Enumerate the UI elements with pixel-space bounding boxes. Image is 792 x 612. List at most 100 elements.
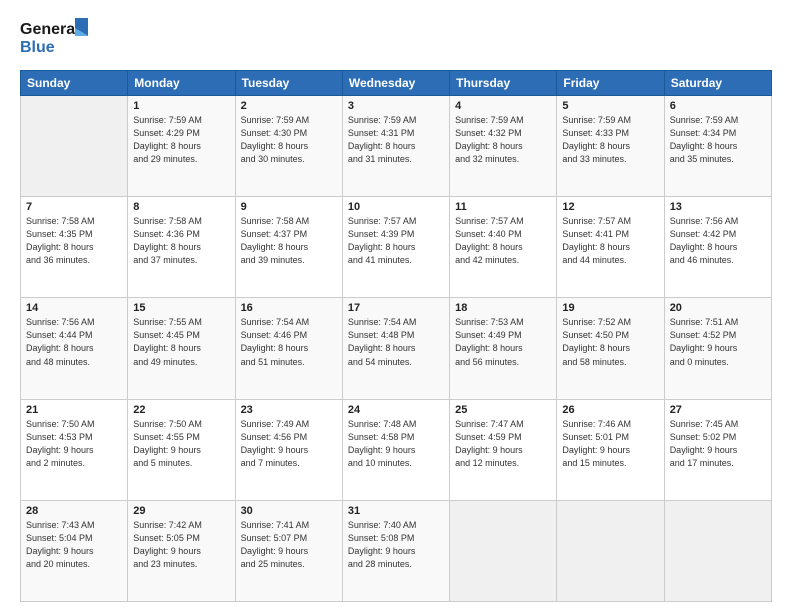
calendar-cell [664,500,771,601]
day-info: Sunrise: 7:49 AM Sunset: 4:56 PM Dayligh… [241,418,337,470]
day-info: Sunrise: 7:45 AM Sunset: 5:02 PM Dayligh… [670,418,766,470]
weekday-header-thursday: Thursday [450,71,557,96]
calendar-cell: 1Sunrise: 7:59 AM Sunset: 4:29 PM Daylig… [128,96,235,197]
day-info: Sunrise: 7:57 AM Sunset: 4:39 PM Dayligh… [348,215,444,267]
day-number: 26 [562,404,658,416]
day-info: Sunrise: 7:48 AM Sunset: 4:58 PM Dayligh… [348,418,444,470]
day-info: Sunrise: 7:50 AM Sunset: 4:53 PM Dayligh… [26,418,122,470]
day-number: 16 [241,302,337,314]
day-number: 31 [348,505,444,517]
day-number: 23 [241,404,337,416]
calendar-cell: 18 Sunrise: 7:53 AM Sunset: 4:49 PM Dayli… [450,298,557,399]
day-info: Sunrise: 7:42 AM Sunset: 5:05 PM Dayligh… [133,519,229,571]
calendar-week-4: 21 Sunrise: 7:50 AM Sunset: 4:53 PM Dayli… [21,399,772,500]
calendar-week-5: 28Sunrise: 7:43 AM Sunset: 5:04 PM Dayli… [21,500,772,601]
calendar-header-row: SundayMondayTuesdayWednesdayThursdayFrid… [21,71,772,96]
calendar-cell: 27 Sunrise: 7:45 AM Sunset: 5:02 PM Dayli… [664,399,771,500]
day-number: 17 [348,302,444,314]
day-info: Sunrise: 7:59 AM Sunset: 4:32 PM Dayligh… [455,114,551,166]
calendar-week-3: 14 Sunrise: 7:56 AM Sunset: 4:44 PM Dayli… [21,298,772,399]
svg-text:General: General [20,21,80,38]
page: GeneralBlue SundayMondayTuesdayWednesday… [0,0,792,612]
day-number: 2 [241,100,337,112]
calendar-cell [557,500,664,601]
day-number: 13 [670,201,766,213]
day-info: Sunrise: 7:52 AM Sunset: 4:50 PM Dayligh… [562,316,658,368]
logo: GeneralBlue [20,16,90,60]
calendar-cell: 19 Sunrise: 7:52 AM Sunset: 4:50 PM Dayli… [557,298,664,399]
day-info: Sunrise: 7:51 AM Sunset: 4:52 PM Dayligh… [670,316,766,368]
logo-icon: GeneralBlue [20,16,90,60]
day-info: Sunrise: 7:58 AM Sunset: 4:35 PM Dayligh… [26,215,122,267]
calendar-cell: 9 Sunrise: 7:58 AM Sunset: 4:37 PM Daylig… [235,197,342,298]
calendar-cell: 10 Sunrise: 7:57 AM Sunset: 4:39 PM Dayli… [342,197,449,298]
calendar-cell: 26 Sunrise: 7:46 AM Sunset: 5:01 PM Dayli… [557,399,664,500]
day-info: Sunrise: 7:41 AM Sunset: 5:07 PM Dayligh… [241,519,337,571]
day-info: Sunrise: 7:54 AM Sunset: 4:48 PM Dayligh… [348,316,444,368]
day-number: 24 [348,404,444,416]
day-info: Sunrise: 7:46 AM Sunset: 5:01 PM Dayligh… [562,418,658,470]
calendar-cell: 11Sunrise: 7:57 AM Sunset: 4:40 PM Dayli… [450,197,557,298]
calendar-cell: 2Sunrise: 7:59 AM Sunset: 4:30 PM Daylig… [235,96,342,197]
calendar-cell: 4Sunrise: 7:59 AM Sunset: 4:32 PM Daylig… [450,96,557,197]
calendar-cell: 12 Sunrise: 7:57 AM Sunset: 4:41 PM Dayli… [557,197,664,298]
day-info: Sunrise: 7:57 AM Sunset: 4:41 PM Dayligh… [562,215,658,267]
calendar-cell [21,96,128,197]
day-info: Sunrise: 7:59 AM Sunset: 4:34 PM Dayligh… [670,114,766,166]
day-number: 12 [562,201,658,213]
day-info: Sunrise: 7:59 AM Sunset: 4:33 PM Dayligh… [562,114,658,166]
calendar-cell: 16 Sunrise: 7:54 AM Sunset: 4:46 PM Dayli… [235,298,342,399]
calendar-table: SundayMondayTuesdayWednesdayThursdayFrid… [20,70,772,602]
day-info: Sunrise: 7:55 AM Sunset: 4:45 PM Dayligh… [133,316,229,368]
weekday-header-sunday: Sunday [21,71,128,96]
day-number: 27 [670,404,766,416]
day-info: Sunrise: 7:56 AM Sunset: 4:42 PM Dayligh… [670,215,766,267]
weekday-header-monday: Monday [128,71,235,96]
calendar-cell: 15 Sunrise: 7:55 AM Sunset: 4:45 PM Dayli… [128,298,235,399]
calendar-week-2: 7 Sunrise: 7:58 AM Sunset: 4:35 PM Daylig… [21,197,772,298]
calendar-cell: 17 Sunrise: 7:54 AM Sunset: 4:48 PM Dayli… [342,298,449,399]
day-number: 14 [26,302,122,314]
calendar-cell: 13 Sunrise: 7:56 AM Sunset: 4:42 PM Dayli… [664,197,771,298]
weekday-header-tuesday: Tuesday [235,71,342,96]
calendar-cell: 31Sunrise: 7:40 AM Sunset: 5:08 PM Dayli… [342,500,449,601]
day-info: Sunrise: 7:47 AM Sunset: 4:59 PM Dayligh… [455,418,551,470]
calendar-cell: 22Sunrise: 7:50 AM Sunset: 4:55 PM Dayli… [128,399,235,500]
day-number: 18 [455,302,551,314]
weekday-header-saturday: Saturday [664,71,771,96]
calendar-cell: 29 Sunrise: 7:42 AM Sunset: 5:05 PM Dayli… [128,500,235,601]
day-info: Sunrise: 7:58 AM Sunset: 4:37 PM Dayligh… [241,215,337,267]
weekday-header-wednesday: Wednesday [342,71,449,96]
calendar-cell: 25 Sunrise: 7:47 AM Sunset: 4:59 PM Dayli… [450,399,557,500]
day-number: 29 [133,505,229,517]
day-info: Sunrise: 7:57 AM Sunset: 4:40 PM Dayligh… [455,215,551,267]
day-number: 15 [133,302,229,314]
calendar-cell: 24 Sunrise: 7:48 AM Sunset: 4:58 PM Dayli… [342,399,449,500]
day-number: 19 [562,302,658,314]
calendar-cell: 5 Sunrise: 7:59 AM Sunset: 4:33 PM Daylig… [557,96,664,197]
day-number: 30 [241,505,337,517]
day-number: 22 [133,404,229,416]
day-number: 10 [348,201,444,213]
day-info: Sunrise: 7:54 AM Sunset: 4:46 PM Dayligh… [241,316,337,368]
calendar-cell [450,500,557,601]
calendar-cell: 23 Sunrise: 7:49 AM Sunset: 4:56 PM Dayli… [235,399,342,500]
day-number: 7 [26,201,122,213]
day-number: 5 [562,100,658,112]
header: GeneralBlue [20,16,772,60]
day-info: Sunrise: 7:58 AM Sunset: 4:36 PM Dayligh… [133,215,229,267]
day-number: 25 [455,404,551,416]
day-info: Sunrise: 7:56 AM Sunset: 4:44 PM Dayligh… [26,316,122,368]
calendar-week-1: 1Sunrise: 7:59 AM Sunset: 4:29 PM Daylig… [21,96,772,197]
calendar-cell: 14 Sunrise: 7:56 AM Sunset: 4:44 PM Dayli… [21,298,128,399]
day-number: 9 [241,201,337,213]
calendar-cell: 28Sunrise: 7:43 AM Sunset: 5:04 PM Dayli… [21,500,128,601]
calendar-cell: 6Sunrise: 7:59 AM Sunset: 4:34 PM Daylig… [664,96,771,197]
calendar-cell: 20Sunrise: 7:51 AM Sunset: 4:52 PM Dayli… [664,298,771,399]
svg-text:Blue: Blue [20,39,55,56]
calendar-cell: 8Sunrise: 7:58 AM Sunset: 4:36 PM Daylig… [128,197,235,298]
calendar-cell: 21 Sunrise: 7:50 AM Sunset: 4:53 PM Dayli… [21,399,128,500]
day-number: 21 [26,404,122,416]
calendar-cell: 3Sunrise: 7:59 AM Sunset: 4:31 PM Daylig… [342,96,449,197]
day-info: Sunrise: 7:53 AM Sunset: 4:49 PM Dayligh… [455,316,551,368]
